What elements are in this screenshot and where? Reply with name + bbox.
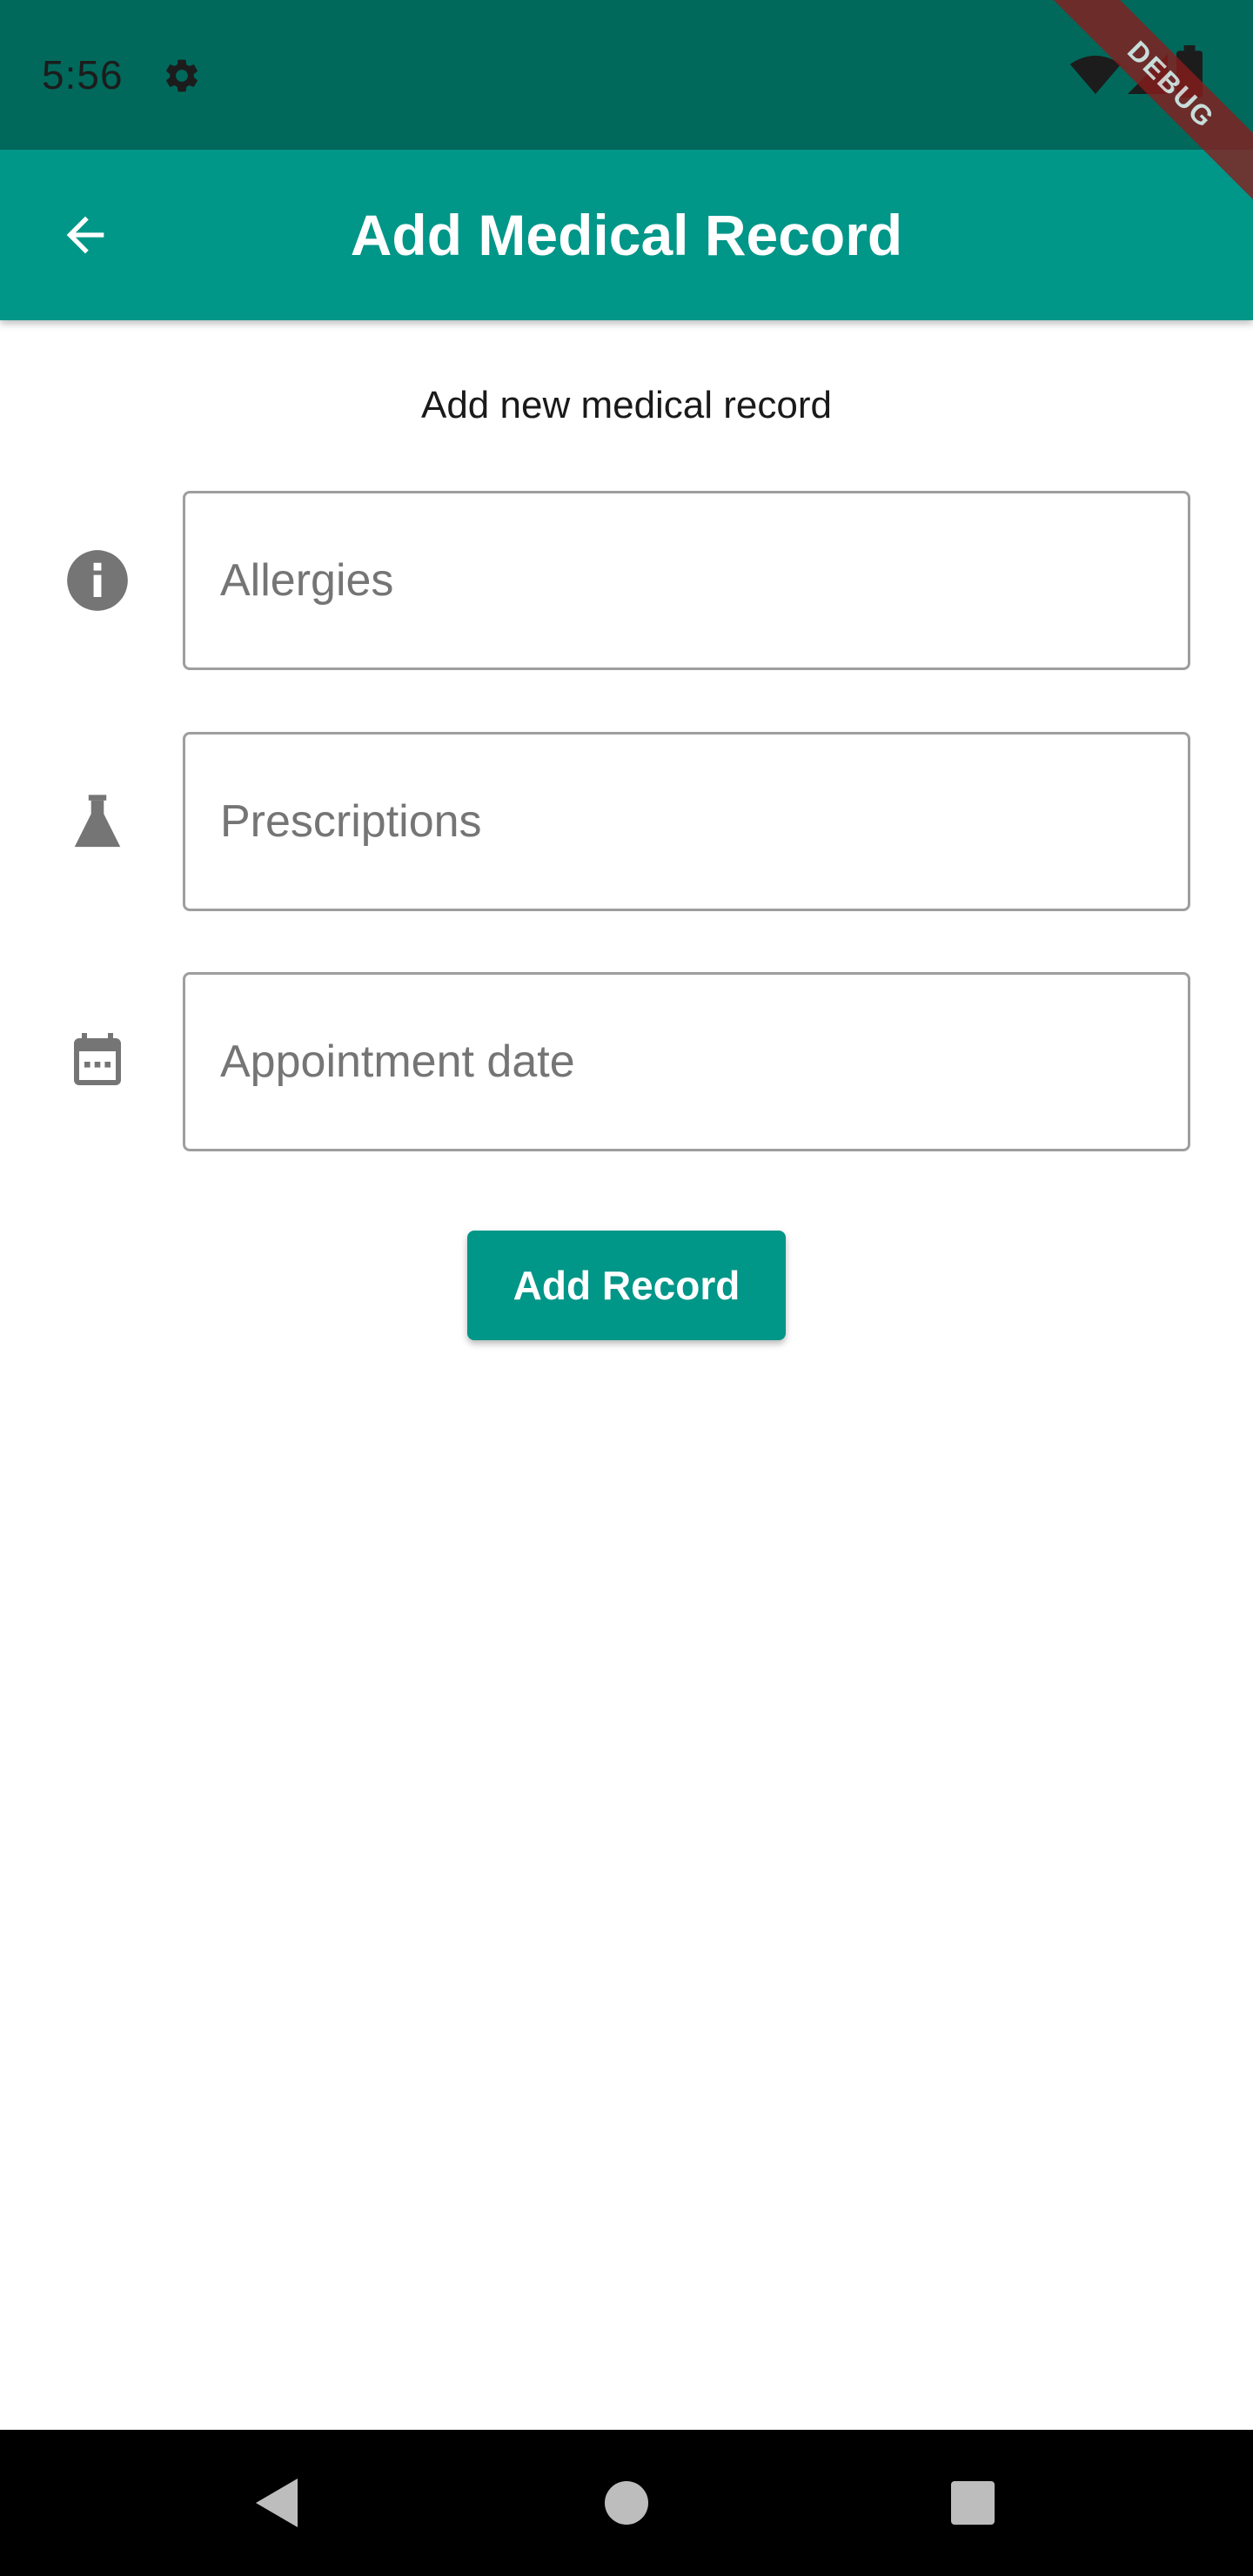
nav-back-icon[interactable]: [252, 2477, 301, 2529]
prescriptions-row: [0, 732, 1253, 911]
allergies-input[interactable]: [183, 491, 1190, 670]
prescriptions-input[interactable]: [183, 732, 1190, 911]
allergies-row: [0, 491, 1253, 670]
nav-home-icon[interactable]: [604, 2480, 649, 2526]
gear-icon: [166, 59, 198, 92]
appointment-date-input[interactable]: [183, 972, 1190, 1151]
status-time: 5:56: [42, 52, 124, 97]
form-subtitle: Add new medical record: [420, 384, 832, 426]
calendar-icon: [63, 1027, 132, 1097]
add-record-button[interactable]: Add Record: [467, 1231, 786, 1340]
appointment-date-row: [0, 972, 1253, 1151]
app-bar: Add Medical Record: [0, 150, 1253, 320]
info-icon: [63, 546, 132, 615]
flask-icon: [63, 787, 132, 856]
nav-recents-icon[interactable]: [950, 2480, 995, 2526]
page-title: Add Medical Record: [350, 203, 903, 267]
system-nav-bar: [0, 2430, 1253, 2576]
arrow-back-icon: [66, 216, 104, 254]
back-button[interactable]: [44, 193, 127, 277]
screen: 5:56 DEBUG Add Medical Record Add new me…: [0, 0, 1253, 2576]
status-bar: 5:56: [0, 0, 1253, 150]
